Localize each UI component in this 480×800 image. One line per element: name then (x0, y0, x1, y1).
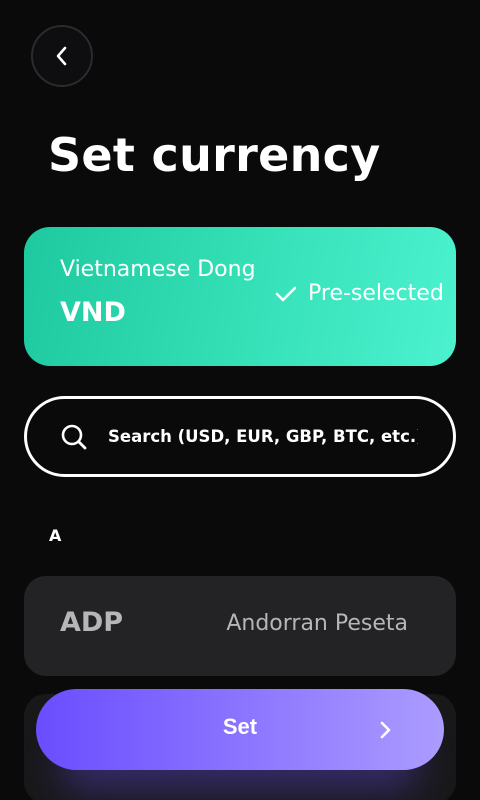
selected-currency-code: VND (60, 297, 126, 328)
preselected-badge: Pre-selected (274, 281, 444, 306)
chevron-left-icon (56, 46, 67, 66)
currency-list-item[interactable]: ADP Andorran Peseta (24, 576, 456, 676)
selected-currency-name: Vietnamese Dong (60, 257, 256, 282)
back-button[interactable] (31, 25, 93, 87)
search-input[interactable] (108, 416, 418, 457)
checkmark-icon (275, 286, 297, 301)
selected-currency-card[interactable]: Vietnamese Dong VND Pre-selected (24, 227, 456, 366)
search-icon (60, 423, 88, 451)
set-currency-screen: Set currency Vietnamese Dong VND Pre-sel… (0, 0, 480, 800)
currency-name: Andorran Peseta (226, 611, 408, 636)
currency-code: ADP (60, 607, 124, 638)
preselected-label: Pre-selected (308, 281, 444, 306)
chevron-right-icon (380, 721, 391, 739)
section-header-a: A (49, 526, 62, 545)
search-bar[interactable] (24, 396, 456, 477)
set-button[interactable]: Set (36, 689, 444, 770)
page-title: Set currency (48, 128, 381, 182)
